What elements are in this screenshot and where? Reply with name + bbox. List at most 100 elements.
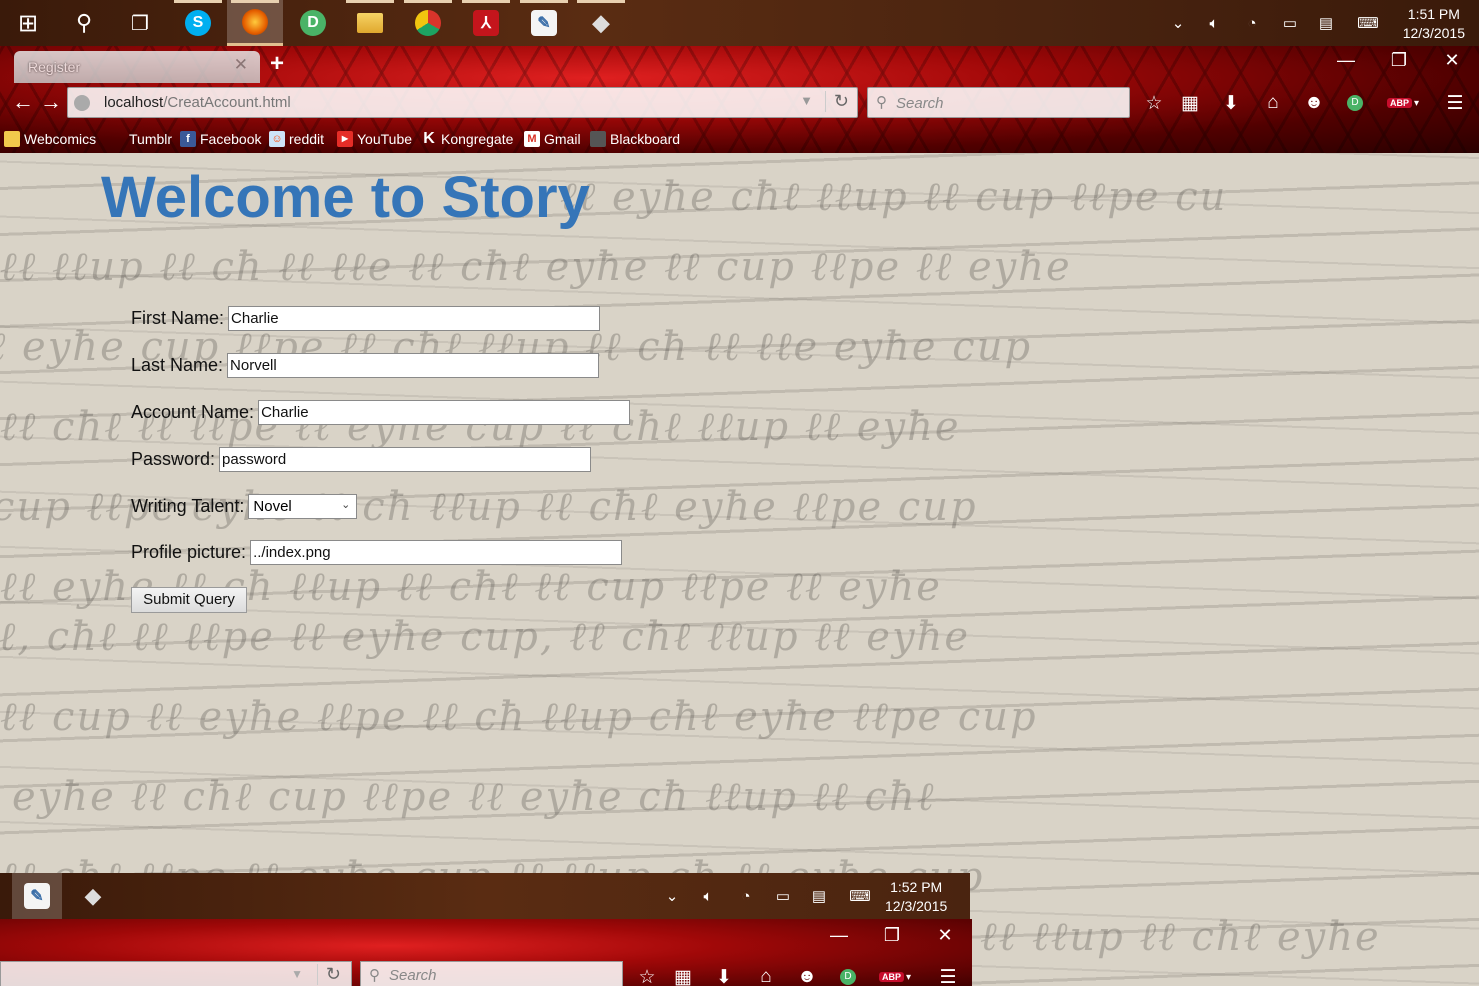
taskbar-search-button[interactable]: ⚲: [56, 0, 112, 46]
windows-taskbar: ⊞ ⚲ ❐ S D ⅄ ✎ ◆ ⌄ 🔈︎ ◔ ▭ ▤ ⌨ 1:51 PM 12/…: [0, 0, 1479, 46]
url-bar[interactable]: localhost/CreatAccount.html ▼ ↻: [67, 87, 858, 118]
minimize-button[interactable]: —: [1326, 50, 1366, 71]
first-name-label: First Name:: [131, 308, 225, 328]
keyboard-icon[interactable]: ⌨: [1350, 0, 1386, 46]
taskbar-skype[interactable]: S: [170, 0, 226, 46]
taskbar-firefox[interactable]: [227, 0, 283, 46]
task-view-button[interactable]: ❐: [112, 0, 168, 46]
bookmark-label: Facebook: [200, 131, 262, 147]
action-center-icon[interactable]: ▤: [801, 873, 837, 919]
tab-register[interactable]: Register ✕: [14, 51, 260, 83]
action-center-icon[interactable]: ▤: [1308, 0, 1344, 46]
taskbar-chrome[interactable]: [400, 0, 456, 46]
wifi-icon[interactable]: ◔: [728, 873, 764, 919]
taskbar-inkscape[interactable]: ◆: [573, 0, 629, 46]
adblock-plus-icon[interactable]: ABP ▾: [876, 963, 914, 986]
taskbar-clock[interactable]: 1:51 PM 12/3/2015: [1403, 5, 1465, 43]
chevron-down-icon: ⌄: [341, 499, 351, 511]
last-name-row: Last Name:: [131, 353, 600, 378]
secondary-clock[interactable]: 1:52 PM 12/3/2015: [885, 878, 947, 916]
bookmark-star-icon[interactable]: ☆: [1139, 89, 1169, 117]
tab-close-icon[interactable]: ✕: [234, 55, 248, 75]
bookmark-blackboard[interactable]: Blackboard: [590, 131, 680, 147]
taskbar-acrobat[interactable]: ⅄: [458, 0, 514, 46]
back-button[interactable]: ←: [9, 88, 37, 116]
submit-query-button[interactable]: Submit Query: [131, 587, 247, 613]
restore-button[interactable]: ❐: [874, 925, 910, 946]
taskbar-inkscape-secondary[interactable]: ◆: [68, 873, 118, 919]
hello-icon[interactable]: ☻: [1299, 89, 1329, 117]
home-icon[interactable]: ⌂: [1258, 89, 1288, 117]
bookmark-tumblr[interactable]: Tumblr: [129, 131, 172, 147]
bookmark-gmail[interactable]: M Gmail: [524, 131, 581, 147]
bookmark-reddit[interactable]: ☺ reddit: [269, 131, 324, 147]
downloads-icon[interactable]: ⬇: [709, 963, 739, 986]
bookmarks-toolbar: Webcomics Tumblr f Facebook ☺ reddit ▶ Y…: [0, 128, 1479, 152]
hello-icon[interactable]: ☻: [792, 963, 822, 986]
url-history-dropdown-icon[interactable]: ▼: [800, 93, 813, 108]
first-name-input[interactable]: [228, 306, 601, 331]
first-name-row: First Name:: [131, 306, 601, 331]
volume-icon[interactable]: 🔈︎: [1196, 0, 1232, 46]
minimize-button[interactable]: —: [821, 925, 857, 946]
taskbar-file-explorer[interactable]: [342, 0, 398, 46]
bookmark-label: Kongregate: [441, 131, 514, 147]
url-host: localhost: [104, 94, 164, 111]
battery-icon[interactable]: ▭: [765, 873, 801, 919]
gmail-icon: M: [524, 131, 540, 147]
kongregate-icon: K: [423, 130, 435, 147]
reload-icon[interactable]: ↻: [316, 964, 341, 985]
notepad-icon: ✎: [24, 883, 50, 909]
hamburger-menu-icon[interactable]: ☰: [1440, 89, 1470, 117]
show-hidden-icons-chevron[interactable]: ⌄: [654, 873, 690, 919]
pushbullet-addon-icon[interactable]: D: [1340, 89, 1370, 117]
start-button[interactable]: ⊞: [0, 0, 56, 46]
page-content: ℓℓ eyħe cħℓ ℓℓup ℓℓ cup ℓℓpe cu ℓℓ ℓℓup …: [0, 153, 1479, 986]
keyboard-icon[interactable]: ⌨: [842, 873, 878, 919]
taskbar-notepad[interactable]: ✎: [516, 0, 572, 46]
battery-icon[interactable]: ▭: [1272, 0, 1308, 46]
close-window-button[interactable]: ✕: [1432, 50, 1472, 71]
wifi-icon[interactable]: ◔: [1234, 0, 1270, 46]
hamburger-menu-icon[interactable]: ☰: [933, 963, 963, 986]
restore-button[interactable]: ❐: [1379, 50, 1419, 71]
bookmark-facebook[interactable]: f Facebook: [180, 131, 261, 147]
bookmark-kongregate[interactable]: K Kongregate: [421, 130, 514, 148]
inkscape-icon: ◆: [592, 10, 610, 35]
home-icon[interactable]: ⌂: [751, 963, 781, 986]
search-bar[interactable]: ⚲ Search: [360, 961, 623, 986]
url-history-dropdown-icon[interactable]: ▼: [291, 967, 303, 981]
writing-talent-select[interactable]: Novel ⌄: [248, 494, 358, 519]
site-identity-icon[interactable]: [74, 95, 90, 111]
bookmark-label: Gmail: [544, 131, 581, 147]
new-tab-button[interactable]: +: [270, 50, 284, 78]
browser-chrome: Register ✕ + — ❐ ✕ ← → localhost/CreatAc…: [0, 46, 1479, 153]
bookmark-star-icon[interactable]: ☆: [632, 963, 662, 986]
reload-icon[interactable]: ↻: [824, 91, 849, 112]
last-name-input[interactable]: [227, 353, 600, 378]
url-text[interactable]: localhost/CreatAccount.html: [104, 94, 291, 111]
clock-date: 12/3/2015: [885, 898, 948, 914]
close-window-button[interactable]: ✕: [927, 925, 963, 946]
bookmark-youtube[interactable]: ▶ YouTube: [337, 131, 412, 147]
pushbullet-addon-icon[interactable]: D: [833, 963, 863, 986]
forward-button[interactable]: →: [37, 88, 65, 116]
taskbar-notepad-secondary[interactable]: ✎: [12, 873, 62, 919]
bookmarks-menu-icon[interactable]: ▦: [668, 963, 698, 986]
taskbar-pushbullet[interactable]: D: [285, 0, 341, 46]
password-row: Password:: [131, 447, 592, 472]
account-name-input[interactable]: [258, 400, 631, 425]
bookmark-label: Blackboard: [610, 131, 681, 147]
search-bar[interactable]: ⚲ Search: [867, 87, 1130, 118]
downloads-icon[interactable]: ⬇: [1216, 89, 1246, 117]
volume-icon[interactable]: 🔈︎: [690, 873, 726, 919]
password-input[interactable]: [219, 447, 592, 472]
magnifier-icon: ⚲: [876, 94, 887, 111]
writing-talent-value: Novel: [253, 498, 292, 515]
profile-picture-input[interactable]: [250, 540, 623, 565]
bookmarks-menu-icon[interactable]: ▦: [1175, 89, 1205, 117]
show-hidden-icons-chevron[interactable]: ⌄: [1160, 0, 1196, 46]
adblock-plus-icon[interactable]: ABP ▾: [1384, 89, 1422, 117]
bookmark-webcomics[interactable]: Webcomics: [4, 131, 96, 147]
url-bar[interactable]: ▼ ↻: [0, 961, 352, 986]
